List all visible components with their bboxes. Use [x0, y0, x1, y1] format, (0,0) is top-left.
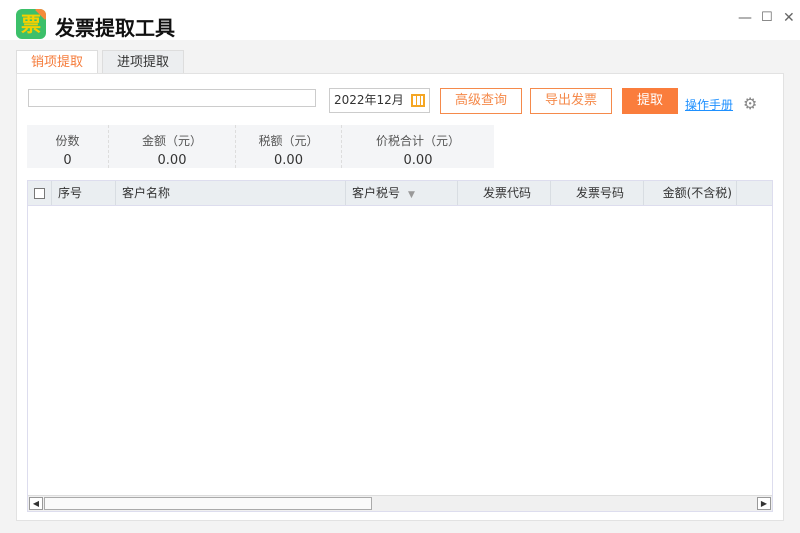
export-invoice-button[interactable]: 导出发票	[530, 88, 612, 114]
scroll-left-icon[interactable]: ◀	[29, 497, 43, 510]
search-input[interactable]	[28, 89, 316, 107]
close-icon[interactable]: ✕	[783, 10, 795, 26]
col-customer-taxid[interactable]: 客户税号 ▼	[346, 181, 458, 205]
col-invoice-number[interactable]: 发票号码	[551, 181, 644, 205]
horizontal-scrollbar[interactable]: ◀ ▶	[28, 495, 772, 511]
col-amount[interactable]: 金额(不含税)	[644, 181, 737, 205]
app-logo: 票	[16, 9, 46, 39]
maximize-icon[interactable]: ☐	[761, 10, 773, 25]
col-invoice-code[interactable]: 发票代码	[458, 181, 551, 205]
invoice-table: 序号 客户名称 客户税号 ▼ 发票代码 发票号码 金额(不含税) ◀ ▶	[27, 180, 773, 512]
stat-amount: 金额（元） 0.00	[109, 125, 236, 168]
stat-tax: 税额（元） 0.00	[236, 125, 342, 168]
minimize-icon[interactable]: —	[738, 10, 752, 26]
gear-icon[interactable]: ⚙	[743, 94, 757, 113]
stat-count: 份数 0	[27, 125, 109, 168]
stat-total: 价税合计（元） 0.00	[375, 134, 460, 168]
scroll-right-icon[interactable]: ▶	[757, 497, 771, 510]
tab-purchase-extract[interactable]: 进项提取	[102, 50, 184, 74]
select-all-checkbox[interactable]	[28, 181, 52, 205]
date-picker[interactable]: 2022年12月	[329, 88, 430, 113]
extract-button[interactable]: 提取	[622, 88, 678, 114]
col-customer-name[interactable]: 客户名称	[116, 181, 346, 205]
tab-sales-extract[interactable]: 销项提取	[16, 50, 98, 74]
col-index[interactable]: 序号	[52, 181, 116, 205]
app-title: 发票提取工具	[55, 16, 175, 40]
filter-icon[interactable]: ▼	[408, 190, 415, 200]
date-value: 2022年12月	[334, 93, 404, 107]
advanced-search-button[interactable]: 高级查询	[440, 88, 522, 114]
manual-link[interactable]: 操作手册	[685, 96, 733, 113]
table-header: 序号 客户名称 客户税号 ▼ 发票代码 发票号码 金额(不含税)	[28, 181, 772, 206]
title-bar: 票 发票提取工具 — ☐ ✕	[0, 0, 800, 40]
scroll-thumb[interactable]	[44, 497, 372, 510]
summary-stats: 份数 0 金额（元） 0.00 税额（元） 0.00 价税合计（元） 0.00	[27, 125, 494, 168]
calendar-icon[interactable]	[411, 94, 425, 107]
